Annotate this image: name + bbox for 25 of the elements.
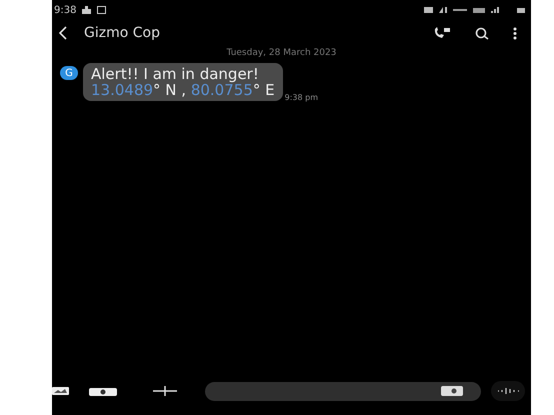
search-icon[interactable] [475,26,489,40]
back-button[interactable] [58,26,68,40]
waveform-icon [497,387,519,395]
notification-icon [97,6,106,14]
contact-avatar: G [60,66,78,80]
more-options-icon[interactable] [513,26,517,40]
message-input-field[interactable] [205,382,481,400]
gallery-icon[interactable] [52,387,69,395]
notification-icon [82,6,92,14]
coordinate-link[interactable]: 80.0755 [190,81,253,99]
signal-icon [439,7,447,13]
phone-icon[interactable] [433,27,451,39]
signal-icon [491,7,499,13]
message-text: Alert!! I am in danger! [91,66,260,82]
message-time: 9:38 pm [284,93,318,102]
battery-icon [517,8,525,12]
sticker-icon[interactable] [441,386,463,396]
plus-icon[interactable] [153,386,177,396]
voice-button[interactable] [491,381,525,401]
status-time: 9:38 [54,4,76,16]
contact-name: Gizmo Cop [84,25,161,41]
date-label: Tuesday, 28 March 2023 [226,48,336,58]
coordinate-link[interactable]: 13.0489 [91,81,154,99]
camera-icon[interactable] [89,386,117,396]
location-text: 13.0489° N , 80.0755° E [91,82,275,98]
